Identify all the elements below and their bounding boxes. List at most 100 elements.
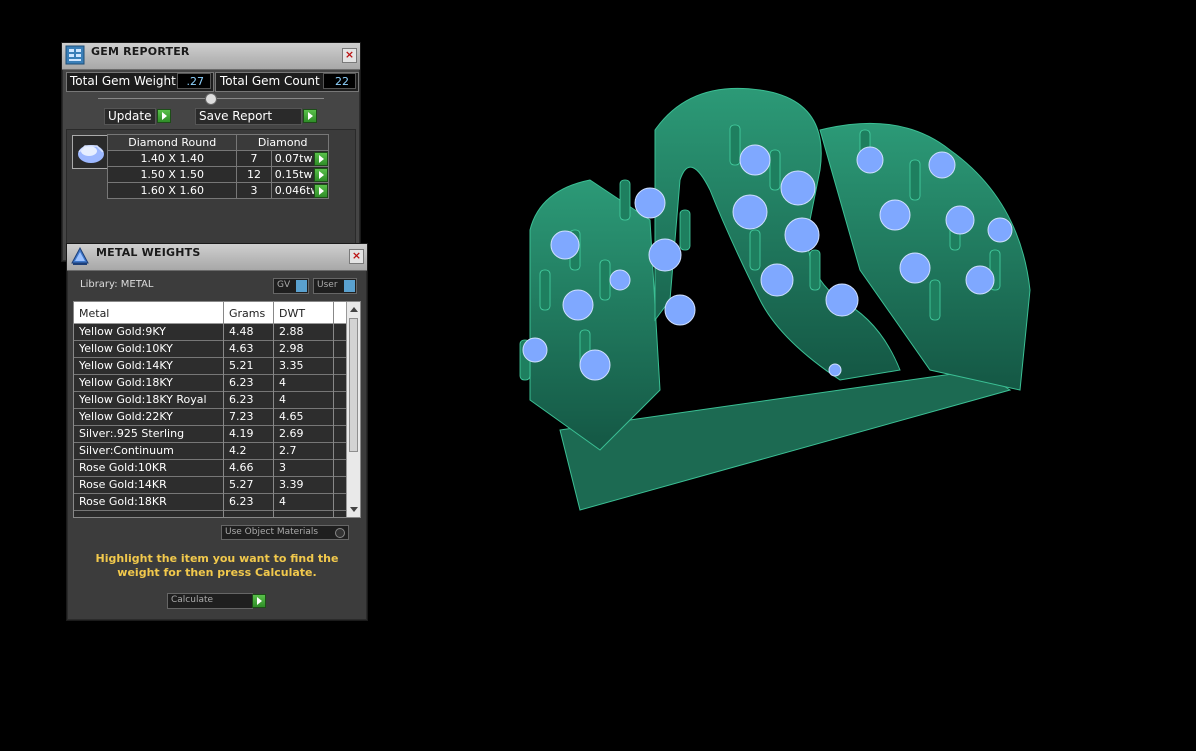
calculate-hint: Highlight the item you want to find the …: [95, 552, 339, 579]
dwt-value: 2.88: [279, 325, 304, 338]
gem-reporter-title: GEM REPORTER: [91, 45, 190, 58]
update-button[interactable]: Update: [104, 108, 156, 125]
total-weight-value: .27: [177, 73, 211, 89]
column-divider: [333, 302, 334, 517]
gem-table: Diamond Round Diamond 1.40 X 1.40 7 0.07…: [106, 134, 330, 199]
save-report-go-icon[interactable]: [303, 109, 317, 123]
dwt-value: 2.98: [279, 342, 304, 355]
ring-left-frame: [529, 179, 661, 451]
close-icon[interactable]: ×: [349, 249, 364, 264]
metal-row[interactable]: Yellow Gold:9KY 4.48 2.88: [74, 324, 346, 341]
gem-reporter-icon: [65, 45, 85, 65]
metal-row[interactable]: Rose Gold:14KR 5.27 3.39: [74, 477, 346, 494]
metal-name: Rose Gold:14KR: [79, 478, 167, 491]
metal-row[interactable]: Rose Gold:10KR 4.66 3: [74, 460, 346, 477]
grams-value: 4.48: [229, 325, 254, 338]
metal-weights-titlebar[interactable]: METAL WEIGHTS ×: [67, 244, 367, 271]
metal-name: Silver:.925 Sterling: [79, 427, 185, 440]
gem-count: 3: [236, 182, 272, 199]
gem-size: 1.60 X 1.60: [106, 182, 238, 199]
use-object-materials-label: Use Object Materials: [225, 527, 319, 537]
scroll-thumb[interactable]: [349, 318, 358, 452]
dwt-value: 3: [279, 461, 286, 474]
column-divider: [223, 302, 224, 517]
metal-name: Rose Gold:18KR: [79, 495, 167, 508]
gem-row[interactable]: 1.50 X 1.50 12 0.15tw: [106, 166, 330, 183]
calculate-button[interactable]: Calculate: [167, 593, 253, 609]
total-count-value: 22: [323, 73, 356, 89]
save-report-button[interactable]: Save Report: [195, 108, 302, 125]
diamond-thumbnail[interactable]: [72, 135, 108, 169]
gem-row-go-icon[interactable]: [314, 152, 328, 166]
metal-weights-panel: METAL WEIGHTS × Library: METAL GV User M…: [66, 243, 368, 621]
diamond-round-icon: [78, 145, 104, 163]
metal-row[interactable]: Yellow Gold:10KY 4.63 2.98: [74, 341, 346, 358]
dwt-value: 4: [279, 495, 286, 508]
grams-value: 4.2: [229, 444, 247, 457]
total-count-label: Total Gem Count: [220, 74, 320, 88]
metal-name: Yellow Gold:22KY: [79, 410, 173, 423]
ring-3d-viewport[interactable]: [480, 70, 1060, 520]
metal-list[interactable]: Metal Grams DWT Yellow Gold:9KY 4.48 2.88 Y…: [73, 301, 361, 518]
dwt-value: 3.39: [279, 478, 304, 491]
update-go-icon[interactable]: [157, 109, 171, 123]
grams-value: 4.19: [229, 427, 254, 440]
column-divider: [273, 302, 274, 517]
scroll-up-arrow-icon[interactable]: [350, 307, 358, 312]
metal-list-header: Metal Grams DWT: [74, 302, 346, 324]
dwt-value: 3.35: [279, 359, 304, 372]
metal-row[interactable]: Yellow Gold:22KY 7.23 4.65: [74, 409, 346, 426]
gem-row[interactable]: 1.40 X 1.40 7 0.07tw: [106, 150, 330, 167]
gem-count: 12: [236, 166, 272, 183]
radio-icon: [335, 528, 345, 538]
grams-value: 5.27: [229, 478, 254, 491]
user-label: User: [317, 280, 338, 290]
user-toggle[interactable]: User: [313, 278, 357, 294]
grams-value: 4.66: [229, 461, 254, 474]
metal-weights-icon: [71, 246, 89, 265]
gem-material-header: Diamond: [236, 134, 329, 151]
metal-weights-title: METAL WEIGHTS: [96, 246, 201, 259]
gv-toggle[interactable]: GV: [273, 278, 309, 294]
gem-reporter-titlebar[interactable]: GEM REPORTER ×: [62, 43, 360, 70]
total-weight-label: Total Gem Weight: [70, 74, 176, 88]
grams-value: 4.63: [229, 342, 254, 355]
scroll-down-arrow-icon[interactable]: [350, 507, 358, 512]
grams-value: 6.23: [229, 393, 254, 406]
calculate-go-icon[interactable]: [252, 594, 266, 608]
grams-value: 6.23: [229, 495, 254, 508]
metal-column-header[interactable]: Metal: [79, 307, 109, 320]
dwt-value: 4: [279, 376, 286, 389]
collapse-knob-icon[interactable]: [205, 93, 217, 105]
metal-row[interactable]: Silver:.925 Sterling 4.19 2.69: [74, 426, 346, 443]
metal-list-scrollbar[interactable]: [346, 302, 360, 517]
metal-row[interactable]: Yellow Gold:18KY 6.23 4: [74, 375, 346, 392]
metal-name: Yellow Gold:10KY: [79, 342, 173, 355]
gv-toggle-icon: [296, 280, 307, 292]
metal-row[interactable]: Rose Gold:18KR 6.23 4: [74, 494, 346, 511]
metal-row[interactable]: Yellow Gold:18KY Royal 6.23 4: [74, 392, 346, 409]
grams-value: 6.23: [229, 376, 254, 389]
metal-name: Yellow Gold:18KY: [79, 376, 173, 389]
grams-column-header[interactable]: Grams: [229, 307, 265, 320]
use-object-materials-toggle[interactable]: Use Object Materials: [221, 525, 349, 540]
grams-value: 5.21: [229, 359, 254, 372]
metal-row[interactable]: Silver:Continuum 4.2 2.7: [74, 443, 346, 460]
metal-name: Yellow Gold:18KY Royal: [79, 393, 207, 406]
gem-size: 1.50 X 1.50: [106, 166, 238, 183]
close-icon[interactable]: ×: [342, 48, 357, 63]
grams-value: 7.23: [229, 410, 254, 423]
metal-row[interactable]: Yellow Gold:14KY 5.21 3.35: [74, 358, 346, 375]
gv-label: GV: [277, 280, 291, 290]
library-label: Library: METAL: [80, 279, 154, 290]
user-toggle-icon: [344, 280, 355, 292]
metal-name: Rose Gold:10KR: [79, 461, 167, 474]
gem-shape-header: Diamond Round: [106, 134, 238, 151]
dwt-value: 2.7: [279, 444, 297, 457]
gem-row-go-icon[interactable]: [314, 168, 328, 182]
gem-row-go-icon[interactable]: [314, 184, 328, 198]
dwt-value: 4: [279, 393, 286, 406]
gem-row[interactable]: 1.60 X 1.60 3 0.046tw: [106, 182, 330, 199]
dwt-column-header[interactable]: DWT: [279, 307, 305, 320]
calculate-label: Calculate: [171, 595, 214, 605]
